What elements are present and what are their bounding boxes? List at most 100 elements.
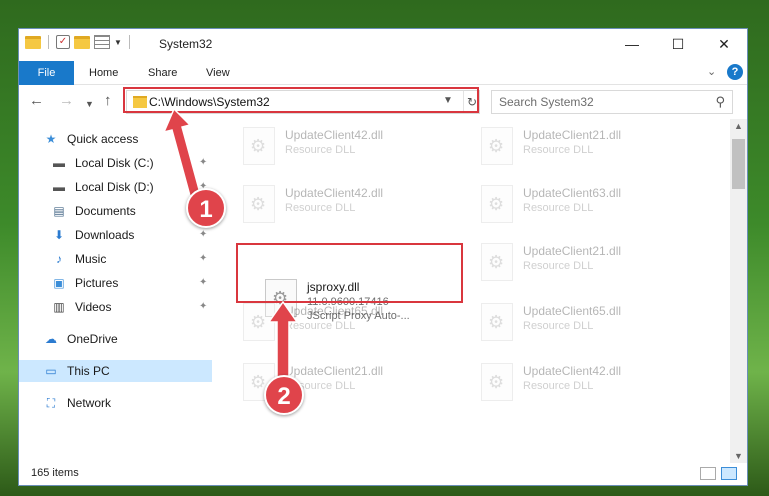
sidebar-item-label: OneDrive [67,332,118,346]
drive-icon: ▬ [53,180,65,194]
pictures-icon: ▣ [53,276,65,290]
search-icon[interactable]: ⚲ [715,94,725,110]
file-tile[interactable]: UpdateClient21.dll Resource DLL [475,123,695,171]
properties-check-icon[interactable]: ✓ [56,35,70,49]
sidebar-item-label: Downloads [75,228,135,242]
ribbon-tabs: File Home Share View ⌄ ? [19,60,747,85]
sidebar-item-videos[interactable]: ▥ Videos [51,296,111,318]
file-tile[interactable]: UpdateClient65.dll Resource DLL [237,299,457,347]
file-name: UpdateClient65.dll [523,304,622,318]
minimize-button[interactable]: — [609,29,655,60]
quick-access-toolbar: ✓ ▼ [25,35,133,49]
tab-file[interactable]: File [19,61,74,85]
sidebar-item-label: Music [75,252,107,266]
file-description: Resource DLL [523,202,594,214]
details-view-icon[interactable] [700,467,716,480]
dll-file-icon [481,363,513,401]
file-tile[interactable]: UpdateClient42.dll Resource DLL [237,123,457,171]
pin-icon[interactable]: ✦ [199,301,207,312]
back-arrow-icon[interactable]: ← [29,93,44,109]
file-description: Resource DLL [523,380,594,392]
file-description: Resource DLL [523,144,594,156]
tab-view[interactable]: View [206,61,230,85]
recent-locations-chevron-icon[interactable]: ▼ [85,96,94,112]
expand-ribbon-icon[interactable]: ⌄ [707,65,716,78]
sidebar-item-documents[interactable]: ▤ Documents [51,200,136,222]
file-name: UpdateClient63.dll [523,186,622,200]
sidebar-item-label: Quick access [67,132,139,146]
sidebar-item-label: Documents [75,204,136,218]
file-tile[interactable]: UpdateClient63.dll Resource DLL [475,181,695,229]
title-bar: ✓ ▼ System32 — ☐ ✕ [19,29,747,60]
sidebar-item-local-disk-d[interactable]: ▬ Local Disk (D:) [51,176,154,198]
sidebar-item-label: This PC [67,364,110,378]
documents-icon: ▤ [53,204,65,218]
file-tile[interactable]: UpdateClient42.dll Resource DLL [237,181,457,229]
address-bar[interactable]: C:\Windows\System32 ▼ ↻ [126,90,480,114]
file-description: Resource DLL [523,260,594,272]
tab-home[interactable]: Home [89,61,118,85]
divider [48,35,49,49]
address-path[interactable]: C:\Windows\System32 [149,95,270,109]
tab-share[interactable]: Share [148,61,177,85]
sidebar-item-music[interactable]: ♪ Music [51,248,106,270]
search-input[interactable]: Search System32 [499,95,594,109]
file-description: Resource DLL [285,202,356,214]
file-tile[interactable]: UpdateClient21.dll Resource DLL [475,239,695,287]
new-folder-icon[interactable] [74,35,90,49]
pin-icon[interactable]: ✦ [199,157,207,168]
address-dropdown-icon[interactable]: ▼ [443,95,453,106]
sidebar-item-local-disk-c[interactable]: ▬ Local Disk (C:) [51,152,154,174]
pin-icon[interactable]: ✦ [199,229,207,240]
scroll-thumb[interactable] [732,139,745,189]
cloud-icon: ☁ [45,332,57,346]
refresh-icon[interactable]: ↻ [463,91,480,113]
dll-file-icon [481,185,513,223]
chevron-down-icon[interactable]: ▼ [114,38,122,47]
navigation-bar: ← → ▼ ↑ C:\Windows\System32 ▼ ↻ Search S… [19,86,747,118]
downloads-icon: ⬇ [53,228,65,242]
pin-icon[interactable]: ✦ [199,277,207,288]
help-icon[interactable]: ? [727,64,743,80]
large-icons-view-icon[interactable] [721,467,737,480]
sidebar-item-pictures[interactable]: ▣ Pictures [51,272,118,294]
folder-icon [25,35,41,49]
music-icon: ♪ [56,252,62,266]
status-bar: 165 items [19,463,747,485]
dll-file-icon [243,185,275,223]
file-explorer-window: ✓ ▼ System32 — ☐ ✕ File Home Share View … [18,28,748,486]
sidebar-item-downloads[interactable]: ⬇ Downloads [51,224,134,246]
sidebar-item-label: Videos [75,300,112,314]
sidebar-item-onedrive[interactable]: ☁ OneDrive [43,328,118,350]
dll-file-icon [243,303,275,341]
close-button[interactable]: ✕ [701,29,747,60]
forward-arrow-icon[interactable]: → [59,93,74,109]
search-box[interactable]: Search System32 ⚲ [491,90,733,114]
step-1-badge: 1 [186,188,226,228]
scroll-down-icon[interactable]: ▼ [734,451,743,461]
scroll-up-icon[interactable]: ▲ [734,121,743,131]
sidebar-item-quick-access[interactable]: ★ Quick access [43,128,139,150]
file-description: Resource DLL [285,320,356,332]
dll-file-icon [243,127,275,165]
file-tile[interactable]: UpdateClient42.dll Resource DLL [475,359,695,407]
customize-icon[interactable] [94,35,110,49]
sidebar-item-this-pc[interactable]: ▭ This PC [19,360,212,382]
computer-icon: ▭ [45,364,57,378]
file-tile[interactable]: UpdateClient65.dll Resource DLL [475,299,695,347]
videos-icon: ▥ [53,300,65,314]
dll-file-icon [481,303,513,341]
navigation-pane: ★ Quick access ▬ Local Disk (C:) ✦ ▬ Loc… [19,119,212,463]
folder-icon [133,96,147,108]
step-2-badge: 2 [264,375,304,415]
maximize-button[interactable]: ☐ [655,29,701,60]
sidebar-item-label: Network [67,396,112,410]
pin-icon[interactable]: ✦ [199,253,207,264]
file-name: UpdateClient21.dll [285,364,384,378]
vertical-scrollbar[interactable]: ▲ ▼ [730,119,747,463]
up-arrow-icon[interactable]: ↑ [104,93,112,109]
file-name: jsproxy.dll [307,280,360,294]
sidebar-item-network[interactable]: ⛶ Network [43,392,111,414]
item-count: 165 items [31,467,79,479]
network-icon: ⛶ [46,396,56,410]
